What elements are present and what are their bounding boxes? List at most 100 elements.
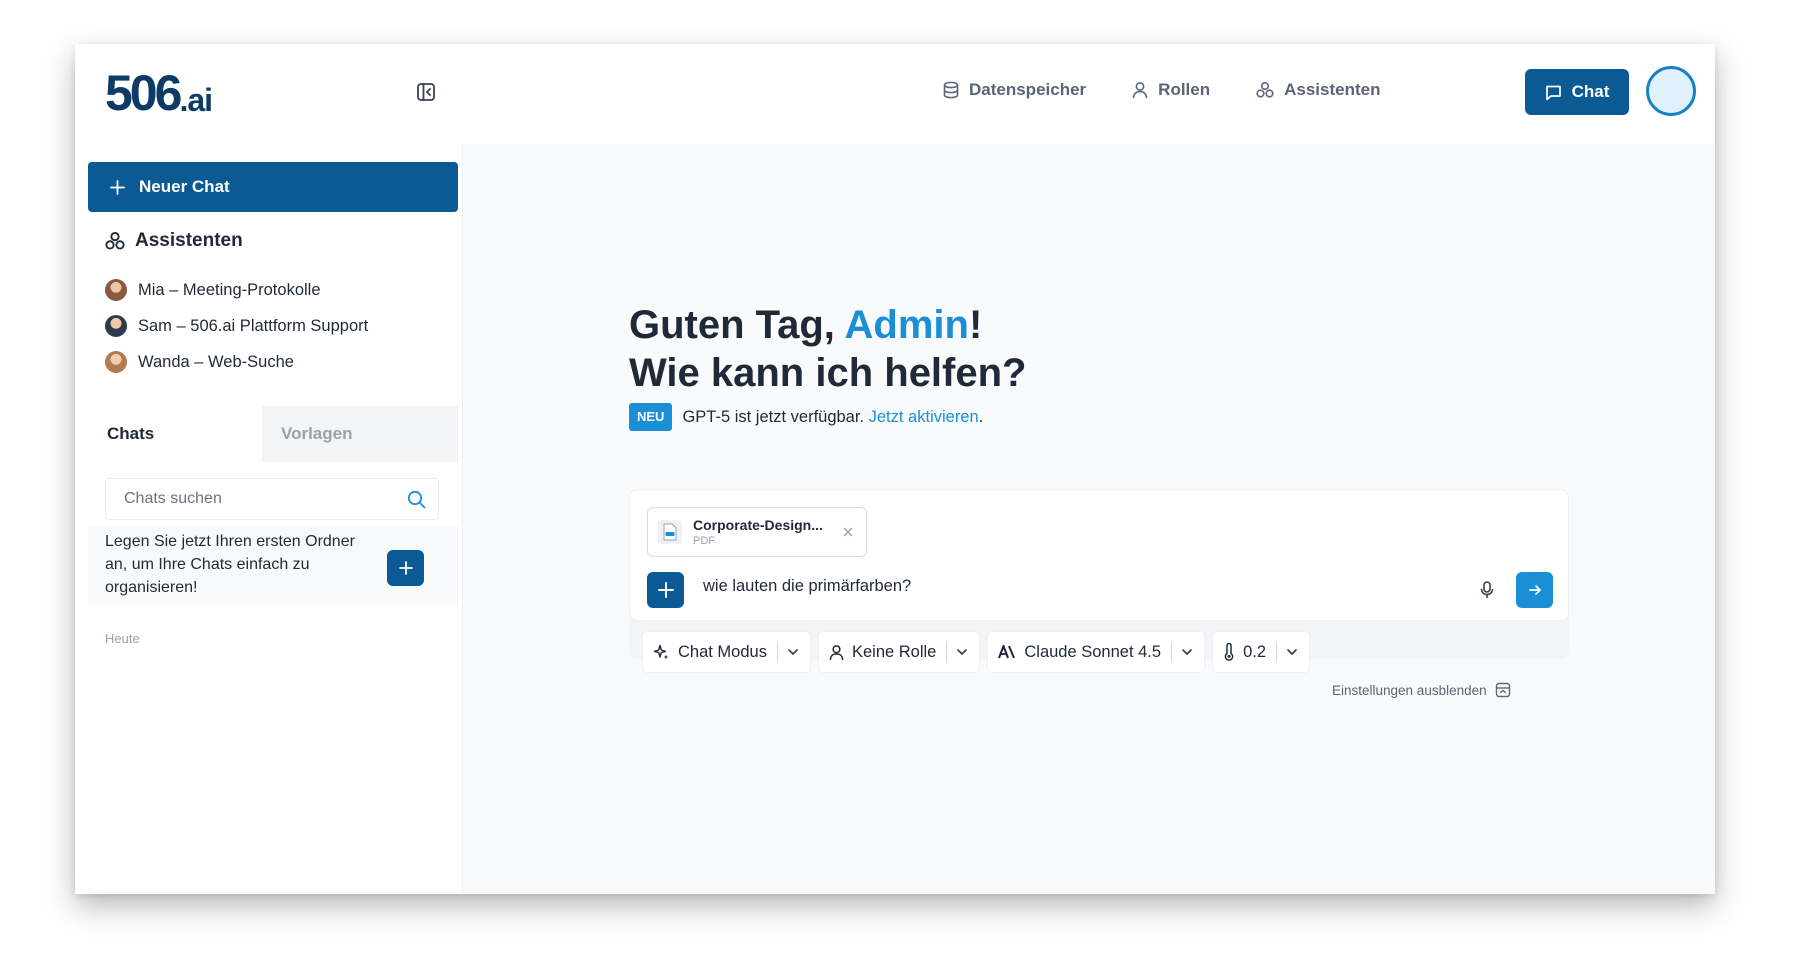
message-input[interactable] — [703, 577, 1463, 596]
attachment-chip[interactable]: Corporate-Design... PDF — [647, 507, 867, 557]
separator — [1171, 642, 1173, 662]
sidebar-collapse-icon — [417, 83, 435, 101]
chat-button[interactable]: Chat — [1525, 69, 1629, 115]
plus-icon — [110, 179, 125, 195]
nav-assistenten-label: Assistenten — [1284, 80, 1381, 99]
chevron-down-icon — [1182, 649, 1192, 655]
microphone-button[interactable] — [1477, 579, 1497, 601]
send-button[interactable] — [1516, 572, 1553, 608]
role-select[interactable]: Keine Rolle — [817, 631, 981, 673]
role-label: Keine Rolle — [851, 642, 937, 661]
model-select[interactable]: Claude Sonnet 4.5 — [987, 631, 1206, 673]
assistant-avatar — [105, 351, 127, 373]
assistant-avatar — [105, 315, 127, 337]
assistant-item-wanda[interactable]: Wanda – Web-Suche — [105, 344, 368, 380]
greeting-line-2: Wie kann ich helfen? — [629, 351, 1027, 395]
top-bar: 506 .ai Datenspeicher Rollen Assistenten… — [75, 44, 1715, 144]
notice-text: GPT-5 ist jetzt verfügbar. — [682, 407, 865, 426]
new-feature-notice: NEU GPT-5 ist jetzt verfügbar. Jetzt akt… — [629, 403, 983, 431]
chat-mode-label: Chat Modus — [678, 642, 767, 661]
close-icon — [843, 527, 853, 537]
logo-main: 506 — [105, 65, 182, 121]
chat-search-input[interactable] — [124, 490, 407, 508]
greeting-suffix: ! — [968, 303, 983, 347]
separator — [776, 642, 778, 662]
temperature-select[interactable]: 0.2 — [1212, 631, 1310, 673]
user-icon — [829, 644, 844, 660]
chevron-down-icon — [957, 649, 968, 655]
main-content: Guten Tag, Admin! Wie kann ich helfen? N… — [463, 144, 1715, 894]
new-chat-button[interactable]: Neuer Chat — [88, 162, 458, 212]
nav-rollen[interactable]: Rollen — [1132, 78, 1210, 102]
assistant-name: Wanda – Web-Suche — [138, 352, 294, 371]
assistants-heading: Assistenten — [105, 230, 243, 252]
user-icon — [1132, 82, 1148, 99]
separator — [1276, 642, 1277, 662]
plus-icon — [657, 582, 674, 598]
tab-vorlagen[interactable]: Vorlagen — [262, 406, 458, 462]
attachment-meta: Corporate-Design... PDF — [693, 516, 823, 548]
plus-icon — [398, 561, 413, 575]
microphone-icon — [1480, 581, 1494, 598]
app-window: 506 .ai Datenspeicher Rollen Assistenten… — [75, 44, 1715, 894]
assistants-icon — [1256, 81, 1274, 98]
activate-link[interactable]: Jetzt aktivieren — [869, 408, 979, 426]
folder-hint-box: Legen Sie jetzt Ihren ersten Ordner an, … — [88, 526, 458, 606]
assistant-avatar — [105, 279, 127, 301]
search-icon[interactable] — [407, 490, 426, 509]
assistant-name: Sam – 506.ai Plattform Support — [138, 316, 369, 335]
arrow-right-icon — [1528, 585, 1541, 595]
notice-end: . — [978, 407, 984, 426]
section-today-label: Heute — [105, 631, 140, 646]
assistants-icon — [105, 231, 125, 250]
folder-hint-text: Legen Sie jetzt Ihren ersten Ordner an, … — [105, 533, 355, 596]
main-nav: Datenspeicher Rollen Assistenten — [943, 78, 1381, 102]
chat-mode-select[interactable]: Chat Modus — [642, 631, 811, 673]
add-attachment-button[interactable] — [647, 572, 684, 608]
greeting: Guten Tag, Admin! Wie kann ich helfen? — [629, 301, 1026, 397]
chat-bubble-icon — [1545, 85, 1561, 100]
assistants-heading-label: Assistenten — [135, 230, 243, 251]
composer-options: Chat Modus Keine Rolle Claude Sonnet 4.5… — [642, 631, 1310, 673]
remove-attachment-button[interactable] — [840, 524, 856, 540]
attachment-type: PDF — [693, 535, 715, 547]
collapse-panel-icon — [1495, 682, 1510, 698]
chat-composer: Corporate-Design... PDF wie lauten die p… — [629, 489, 1569, 673]
assistants-list: Mia – Meeting-Protokolle Sam – 506.ai Pl… — [105, 272, 368, 380]
logo[interactable]: 506 .ai — [105, 65, 213, 121]
greeting-line-1: Guten Tag, Admin! — [629, 301, 1026, 349]
assistant-item-mia[interactable]: Mia – Meeting-Protokolle — [105, 272, 368, 308]
database-icon — [943, 81, 959, 99]
assistant-name: Mia – Meeting-Protokolle — [138, 280, 321, 299]
chat-button-label: Chat — [1571, 82, 1610, 101]
nav-assistenten[interactable]: Assistenten — [1256, 78, 1381, 102]
logo-suffix: .ai — [179, 82, 213, 118]
greeting-prefix: Guten Tag, — [629, 303, 845, 347]
add-folder-button[interactable] — [387, 550, 424, 586]
new-badge: NEU — [629, 403, 673, 431]
nav-datenspeicher-label: Datenspeicher — [969, 80, 1087, 99]
temperature-value: 0.2 — [1243, 642, 1266, 661]
chat-search — [105, 478, 439, 520]
hide-settings-toggle[interactable]: Einstellungen ausblenden — [1332, 682, 1511, 698]
new-chat-label: Neuer Chat — [139, 177, 230, 196]
pdf-file-icon — [658, 520, 682, 544]
attachment-name: Corporate-Design... — [693, 517, 823, 533]
notice-line: GPT-5 ist jetzt verfügbar. Jetzt aktivie… — [682, 408, 983, 427]
sparkles-icon — [653, 644, 669, 659]
thermometer-icon — [1224, 643, 1234, 661]
chevron-down-icon — [788, 649, 798, 655]
user-avatar[interactable] — [1646, 66, 1696, 116]
sidebar: Neuer Chat Assistenten Mia – Meeting-Pro… — [75, 144, 463, 894]
assistant-item-sam[interactable]: Sam – 506.ai Plattform Support — [105, 308, 368, 344]
tab-chats[interactable]: Chats — [88, 406, 262, 462]
model-label: Claude Sonnet 4.5 — [1024, 642, 1162, 661]
anthropic-logo-icon — [998, 645, 1016, 659]
composer-input-area: Corporate-Design... PDF — [629, 489, 1569, 621]
nav-datenspeicher[interactable]: Datenspeicher — [943, 78, 1086, 102]
sidebar-collapse-button[interactable] — [414, 80, 438, 104]
greeting-name: Admin — [844, 303, 969, 347]
nav-rollen-label: Rollen — [1158, 80, 1211, 99]
separator — [946, 642, 948, 662]
hide-settings-label: Einstellungen ausblenden — [1332, 682, 1487, 698]
